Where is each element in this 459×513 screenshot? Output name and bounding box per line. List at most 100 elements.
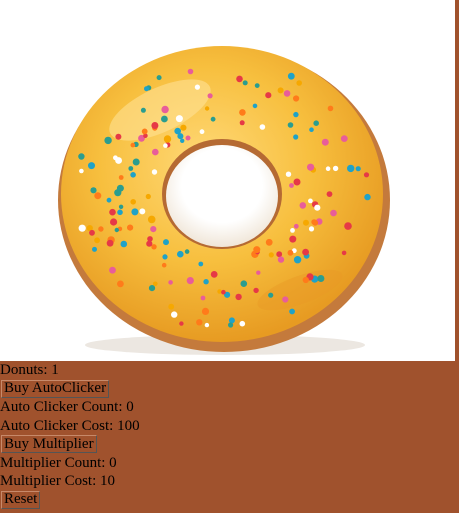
sprinkle [161,105,169,114]
sprinkle [132,158,140,166]
sprinkle [228,317,235,324]
sprinkle [151,169,158,175]
sprinkle [147,215,156,224]
sprinkle [289,235,297,243]
sprinkle [156,75,162,81]
sprinkle [204,322,210,328]
sprinkle [179,321,184,326]
reset-button[interactable]: Reset [1,490,41,509]
sprinkle [228,322,234,328]
buy-multiplier-button[interactable]: Buy Multiplier [1,435,97,453]
sprinkle [201,307,210,315]
sprinkle [239,109,246,116]
sprinkle [180,124,187,131]
sprinkle [253,246,261,254]
sprinkle [308,226,315,232]
sprinkle [307,163,315,171]
buy-autoclicker-button[interactable]: Buy AutoClicker [1,379,110,398]
sprinkle [90,187,97,194]
sprinkle [131,208,139,216]
sprinkle [94,237,100,244]
sprinkle [289,308,295,315]
autoclicker-cost-label: Auto Clicker Cost: [0,417,114,434]
sprinkle [152,148,159,156]
sprinkle [317,275,325,282]
sprinkle [268,252,274,258]
sprinkle [340,135,348,143]
donut-count-label: Donuts: [0,362,48,378]
sprinkle [92,246,97,252]
sprinkle [321,138,329,146]
multiplier-count-value: 0 [109,454,117,471]
sprinkle [355,166,361,172]
sprinkle [363,172,370,178]
sprinkle [268,292,274,298]
sprinkle [277,256,285,263]
sprinkle [200,295,206,301]
sprinkle [194,84,200,90]
sprinkle [144,86,149,92]
sprinkle [330,209,337,217]
sprinkle [293,95,300,102]
donut-image [58,46,390,355]
sprinkle [117,209,123,216]
multiplier-cost-line: Multiplier Cost: 10 [0,472,459,491]
sprinkle [293,134,299,140]
sprinkle [347,164,355,173]
sprinkle [106,239,114,247]
sprinkle [293,178,301,186]
donut-click-button[interactable] [0,0,455,361]
sprinkle [302,248,309,256]
sprinkle [116,184,124,192]
sprinkle [314,204,321,211]
sprinkle [161,115,168,123]
sprinkle [204,106,210,111]
sprinkle [163,135,172,143]
sprinkle [203,279,209,285]
sprinkle [127,224,134,231]
sprinkle [240,280,248,288]
sprinkle [114,227,120,233]
sprinkle [287,249,294,256]
sprinkle [78,153,85,160]
donut-count-line: Donuts: 1 [0,361,459,380]
sprinkle [287,122,294,128]
sprinkle [308,198,313,204]
sprinkle [177,250,184,258]
sprinkle [326,191,333,198]
sprinkle [104,136,112,145]
sprinkle [283,90,291,97]
sprinkle [276,251,283,258]
sprinkle [110,218,118,226]
sprinkle [259,124,266,130]
multiplier-count-label: Multiplier Count: [0,454,106,471]
sprinkle [109,266,116,274]
sprinkle [128,166,134,171]
sprinkle [221,289,226,295]
sprinkle [163,143,168,148]
sprinkle [299,202,307,209]
sprinkle [150,226,157,233]
sprinkle [161,262,167,268]
sprinkle [198,261,204,267]
sprinkle [130,142,136,148]
donut-count-value: 1 [51,362,59,378]
sprinkle [341,250,347,256]
sprinkle [303,219,309,226]
sprinkle [175,115,183,123]
sprinkle [210,271,218,278]
sprinkle [265,92,272,99]
sprinkle [364,193,371,201]
sprinkle [253,287,259,294]
sprinkle [207,93,213,99]
sprinkle [89,229,95,236]
sprinkle [282,296,289,303]
sprinkle [327,105,334,112]
sprinkle [139,208,146,215]
sprinkle [148,285,156,292]
sprinkle [78,224,86,232]
sprinkle [293,223,299,229]
sprinkle [168,280,173,285]
sprinkle [115,157,122,164]
stats-panel: Donuts: 1 Buy AutoClicker Auto Clicker C… [0,361,459,509]
